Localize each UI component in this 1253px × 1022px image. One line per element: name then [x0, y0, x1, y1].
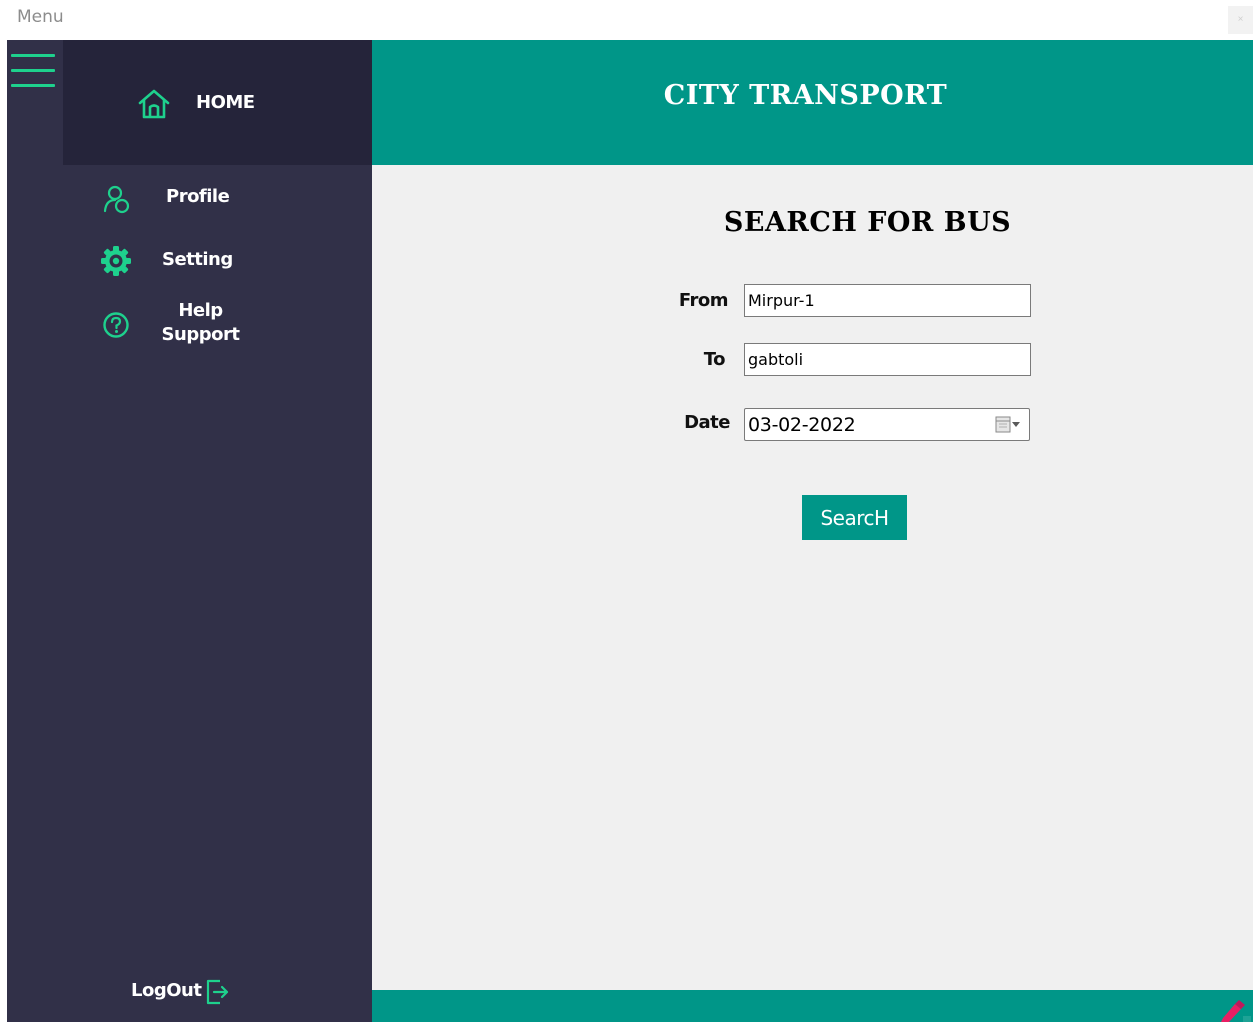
sidebar-item-home-label: HOME	[196, 92, 255, 113]
sidebar-item-setting[interactable]: Setting	[97, 242, 247, 282]
to-input[interactable]	[744, 343, 1031, 376]
date-value: 03-02-2022	[748, 414, 856, 436]
from-label: From	[678, 290, 729, 311]
help-label-line1: Help	[178, 300, 223, 321]
from-input[interactable]	[744, 284, 1031, 317]
app-title: CITY TRANSPORT	[663, 80, 948, 111]
home-icon	[138, 89, 170, 119]
sidebar-item-profile-label: Profile	[166, 186, 230, 207]
profile-icon	[103, 185, 130, 214]
sidebar-item-profile[interactable]: Profile	[97, 180, 247, 216]
logout-icon	[206, 979, 229, 1005]
date-picker[interactable]: 03-02-2022	[744, 408, 1030, 441]
help-label-line2: Support	[161, 324, 240, 345]
close-icon: ×	[1237, 14, 1244, 25]
gear-icon	[101, 246, 131, 276]
to-label: To	[703, 349, 726, 370]
logout-button[interactable]: LogOut	[131, 978, 241, 1008]
app-header: CITY TRANSPORT	[372, 40, 1253, 165]
window-title: Menu	[17, 7, 64, 27]
search-title: SEARCH FOR BUS	[723, 207, 1012, 238]
hamburger-menu-icon[interactable]	[11, 54, 55, 90]
logout-label: LogOut	[131, 980, 202, 1001]
window-titlebar: Menu ×	[0, 0, 1253, 40]
calendar-dropdown-icon[interactable]	[995, 416, 1021, 434]
close-button[interactable]: ×	[1228, 6, 1253, 34]
sidebar-item-help-support-label: Help Support	[157, 299, 244, 347]
date-label: Date	[684, 412, 730, 433]
sidebar: HOME Profile Setting Help Support LogOut	[7, 40, 372, 1022]
sidebar-item-help-support[interactable]: Help Support	[97, 298, 257, 350]
app-footer	[372, 990, 1253, 1022]
search-button[interactable]: SearcH	[802, 495, 907, 540]
pencil-icon	[1221, 1000, 1251, 1022]
help-circle-icon	[103, 312, 129, 338]
sidebar-item-home[interactable]: HOME	[63, 40, 372, 165]
sidebar-item-setting-label: Setting	[162, 249, 233, 270]
search-panel: SEARCH FOR BUS From To Date 03-02-2022 S…	[372, 165, 1253, 990]
